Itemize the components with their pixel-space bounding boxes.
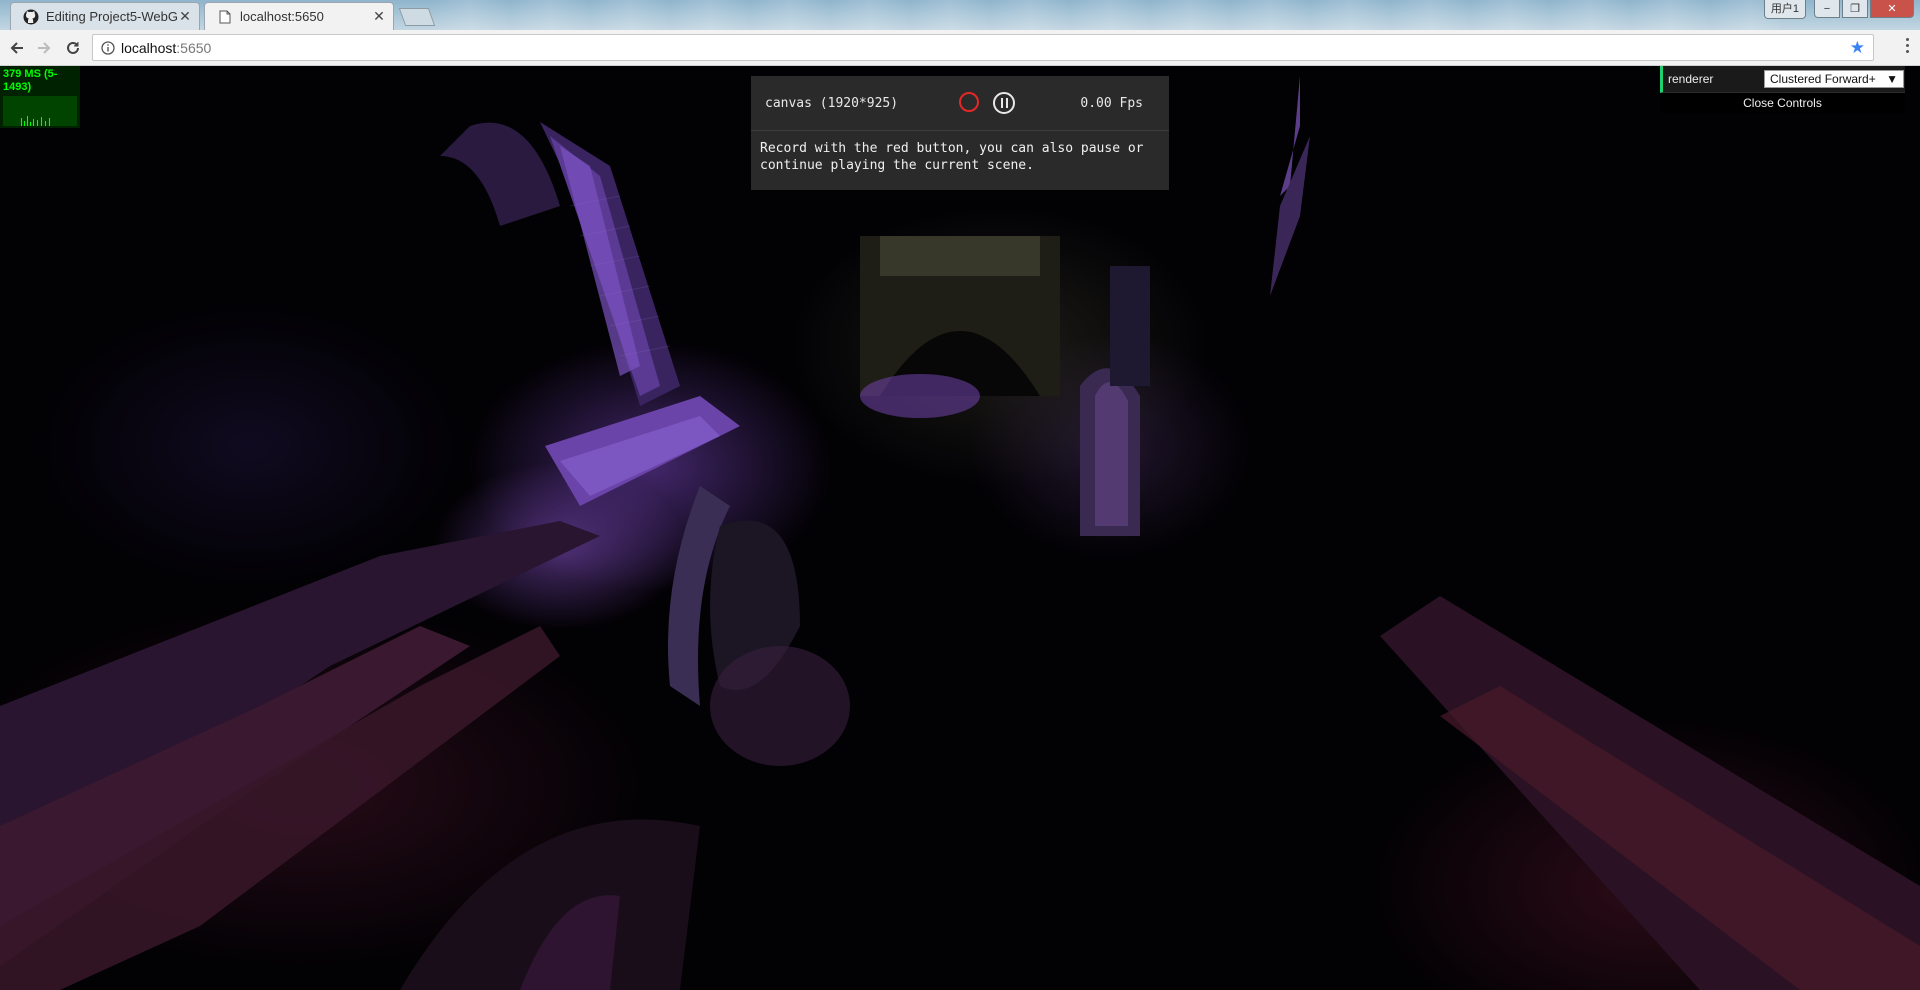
- tab-editing-project[interactable]: Editing Project5-WebG ✕: [10, 2, 200, 30]
- canvas-capture-panel: canvas (1920*925) 0.00 Fps Record with t…: [751, 76, 1169, 190]
- renderer-selected-value: Clustered Forward+: [1770, 72, 1876, 86]
- window-titlebar: Editing Project5-WebG ✕ localhost:5650 ✕…: [0, 0, 1920, 30]
- sponza-scene: [0, 76, 1920, 990]
- renderer-control: renderer Clustered Forward+ ▼: [1660, 66, 1905, 93]
- browser-menu-icon[interactable]: [1906, 38, 1910, 53]
- forward-button[interactable]: [33, 37, 55, 59]
- page-icon: [217, 9, 233, 25]
- stats-ms-readout: 379 MS (5-1493): [3, 68, 58, 93]
- new-tab-button[interactable]: [398, 8, 436, 26]
- arrow-left-icon: [10, 42, 23, 54]
- tab-localhost[interactable]: localhost:5650 ✕: [204, 2, 394, 30]
- url-port: :5650: [176, 39, 212, 56]
- user-profile-button[interactable]: 用户1: [1763, 0, 1806, 19]
- address-bar[interactable]: localhost:5650 ★: [92, 34, 1874, 61]
- capture-instructions: Record with the red button, you can also…: [760, 141, 1144, 173]
- window-controls: 用户1 − ❐ ✕: [1763, 0, 1914, 19]
- github-icon: [23, 9, 39, 25]
- dropdown-arrow-icon: ▼: [1886, 72, 1898, 86]
- pause-bar: [1000, 98, 1003, 108]
- minimize-button[interactable]: −: [1814, 0, 1840, 18]
- maximize-button[interactable]: ❐: [1842, 0, 1868, 18]
- render-canvas[interactable]: [0, 66, 1920, 990]
- record-button[interactable]: [959, 92, 979, 112]
- pause-button[interactable]: [993, 92, 1015, 114]
- close-controls-button[interactable]: Close Controls: [1660, 93, 1905, 113]
- fps-readout: 0.00 Fps: [1080, 96, 1143, 111]
- renderer-select[interactable]: Clustered Forward+ ▼: [1764, 70, 1904, 88]
- stats-monitor[interactable]: 379 MS (5-1493): [0, 66, 80, 128]
- url-host: localhost: [121, 39, 177, 56]
- browser-toolbar: localhost:5650 ★: [0, 30, 1920, 66]
- controls-panel: renderer Clustered Forward+ ▼ Close Cont…: [1660, 66, 1905, 113]
- close-tab-icon[interactable]: ✕: [177, 8, 193, 25]
- reload-button[interactable]: [62, 37, 84, 59]
- arrow-right-icon: [38, 42, 51, 54]
- pause-bar: [1005, 98, 1008, 108]
- renderer-label: renderer: [1668, 72, 1714, 86]
- close-tab-icon[interactable]: ✕: [371, 8, 387, 25]
- close-window-button[interactable]: ✕: [1870, 0, 1914, 18]
- bookmark-star-icon[interactable]: ★: [1850, 39, 1865, 56]
- info-icon[interactable]: [101, 40, 115, 55]
- stats-graph: [3, 96, 77, 126]
- tab-label: localhost:5650: [240, 9, 324, 24]
- reload-icon: [67, 41, 79, 54]
- capture-header: canvas (1920*925) 0.00 Fps: [751, 76, 1169, 131]
- tab-label: Editing Project5-WebG: [46, 9, 177, 24]
- canvas-size-label: canvas (1920*925): [765, 96, 899, 111]
- back-button[interactable]: [6, 37, 28, 59]
